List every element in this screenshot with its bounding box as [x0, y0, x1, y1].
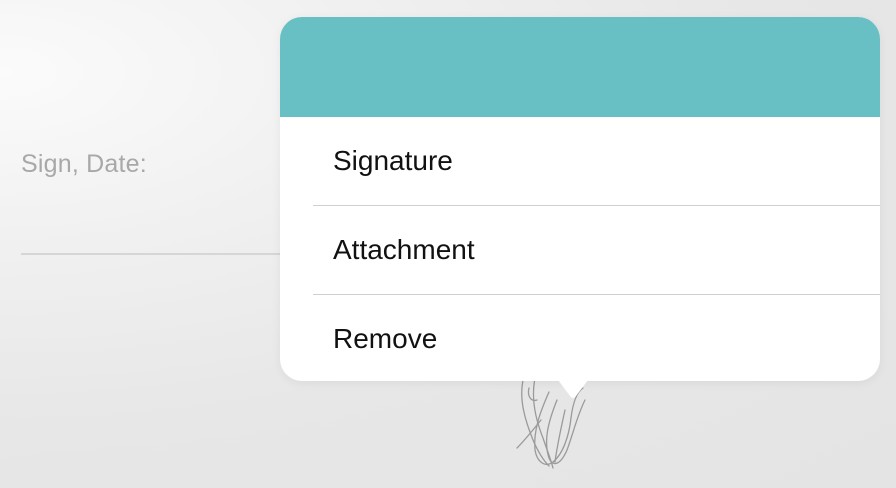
popover-arrow — [552, 372, 594, 398]
sign-date-field-line[interactable] — [21, 253, 286, 255]
menu-item-remove[interactable]: Remove — [313, 295, 880, 381]
menu-item-attachment[interactable]: Attachment — [313, 206, 880, 295]
attachment-popover: Signature Attachment Remove — [280, 17, 880, 381]
menu-item-signature[interactable]: Signature — [313, 117, 880, 206]
popover-menu: Signature Attachment Remove — [280, 117, 880, 381]
menu-item-label: Remove — [333, 323, 438, 354]
menu-item-label: Signature — [333, 145, 453, 176]
popover-header — [280, 17, 880, 117]
sign-date-label: Sign, Date: — [21, 150, 147, 178]
menu-item-label: Attachment — [333, 234, 475, 265]
